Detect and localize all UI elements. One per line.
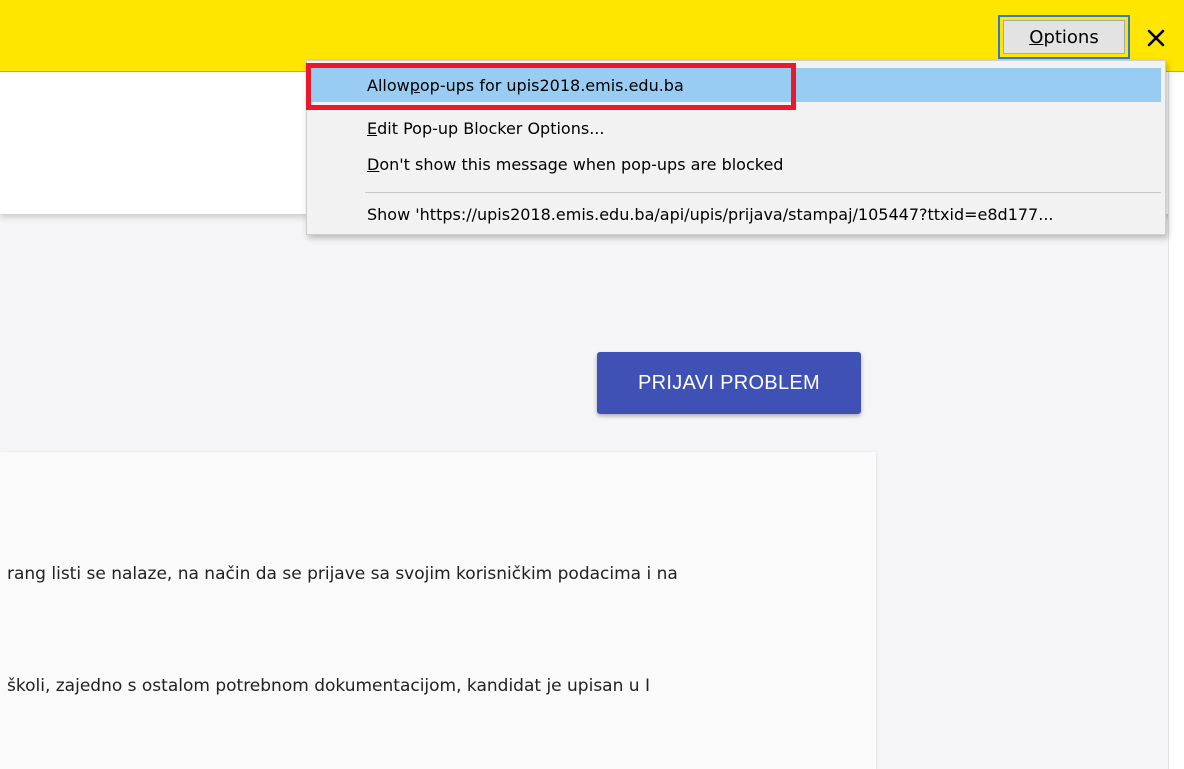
content-card: rang listi se nalaze, na način da se pri… [0,452,876,769]
menu-item-show-popup-url[interactable]: Show 'https://upis2018.emis.edu.ba/api/u… [311,197,1161,231]
options-button-face[interactable]: Options [1003,20,1125,54]
close-x-glyph [1147,29,1165,47]
options-label: ptions [1043,26,1099,48]
menu-item-mnemonic: p [409,75,420,95]
content-text-line-1: rang listi se nalaze, na način da se pri… [7,564,678,584]
menu-item-text: dit Pop-up Blocker Options... [377,118,605,138]
menu-item-edit-blocker-options[interactable]: Edit Pop-up Blocker Options... [311,111,1161,145]
menu-item-text: Show 'https://upis2018.emis.edu.ba/api/u… [367,204,1054,224]
menu-item-text: on't show this message when pop-ups are … [379,154,784,174]
menu-item-allow-popups[interactable]: Allow p op-ups for upis2018.emis.edu.ba [311,68,1161,102]
scrollbar-track[interactable] [1168,72,1184,769]
options-mnemonic: O [1029,26,1044,48]
report-problem-button[interactable]: PRIJAVI PROBLEM [597,352,861,414]
options-button[interactable]: Options [998,15,1130,59]
menu-item-dont-show-message[interactable]: Don't show this message when pop-ups are… [311,147,1161,181]
menu-item-text: op-ups for upis2018.emis.edu.ba [419,75,684,95]
menu-item-mnemonic: D [367,154,380,174]
popup-blocker-options-menu: Allow p op-ups for upis2018.emis.edu.ba E… [306,60,1166,235]
content-text-line-2: školi, zajedno s ostalom potrebnom dokum… [7,676,650,696]
menu-item-text: Allow [367,75,410,95]
menu-separator [365,192,1161,193]
menu-item-mnemonic: E [367,118,378,138]
close-icon[interactable] [1140,22,1172,54]
